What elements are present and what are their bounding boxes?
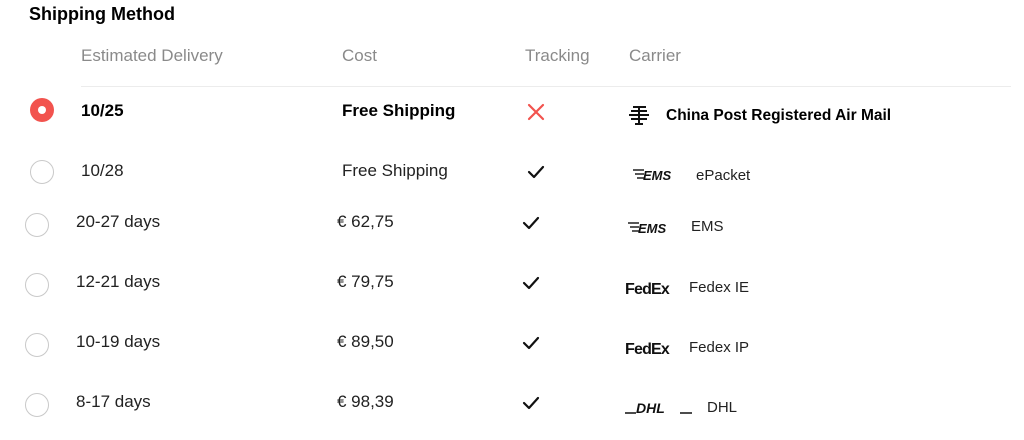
section-title: Shipping Method [29, 4, 175, 24]
fedex-logo-icon: FedEx [625, 281, 671, 297]
tracking-check-icon [522, 216, 540, 230]
fedex-logo-icon: FedEx [625, 341, 671, 357]
shipping-method-panel: Shipping Method Estimated Delivery Cost … [0, 0, 1024, 440]
carrier-name: Fedex IE [689, 279, 750, 296]
shipping-option-radio[interactable] [25, 333, 49, 357]
estimated-delivery: 10-19 days [76, 332, 161, 351]
header-tracking: Tracking [525, 46, 590, 65]
svg-text:DHL: DHL [636, 400, 665, 416]
estimated-delivery: 20-27 days [76, 212, 161, 231]
estimated-delivery: 10/28 [81, 161, 124, 180]
shipping-option-radio[interactable] [25, 213, 49, 237]
svg-text:FedEx: FedEx [625, 341, 670, 357]
tracking-check-icon [522, 396, 540, 410]
tracking-check-icon [522, 276, 540, 290]
cost: € 79,75 [337, 272, 394, 291]
tracking-check-icon [522, 336, 540, 350]
carrier-name: China Post Registered Air Mail [666, 107, 892, 124]
header-cost: Cost [342, 46, 377, 65]
shipping-option-radio-selected[interactable] [30, 98, 54, 122]
shipping-option-row[interactable]: 10/25 Free Shipping China Post Registere… [0, 92, 1024, 132]
cost: Free Shipping [342, 101, 456, 120]
estimated-delivery: 10/25 [81, 101, 124, 120]
cost: € 89,50 [337, 332, 394, 351]
cost: € 62,75 [337, 212, 394, 231]
header-carrier: Carrier [629, 46, 681, 65]
china-post-logo-icon [629, 106, 649, 125]
shipping-option-row[interactable]: 10/28 Free Shipping EMS ePacket [0, 152, 1024, 192]
cost: € 98,39 [337, 392, 394, 411]
estimated-delivery: 8-17 days [76, 392, 151, 411]
shipping-option-radio[interactable] [25, 393, 49, 417]
ems-logo-icon: EMS [628, 221, 667, 236]
svg-text:EMS: EMS [638, 221, 667, 236]
shipping-option-radio[interactable] [25, 273, 49, 297]
carrier-name: Fedex IP [689, 339, 750, 356]
carrier-name: ePacket [696, 167, 751, 184]
cost: Free Shipping [342, 161, 448, 180]
shipping-option-row[interactable]: 20-27 days € 62,75 EMS EMS [0, 202, 1024, 242]
svg-text:EMS: EMS [643, 168, 672, 183]
carrier-name: EMS [691, 218, 724, 235]
estimated-delivery: 12-21 days [76, 272, 161, 291]
ems-logo-icon: EMS [633, 168, 672, 183]
tracking-check-icon [527, 165, 545, 179]
shipping-option-row[interactable]: 12-21 days € 79,75 FedEx Fedex IE [0, 263, 1024, 303]
header-estimated-delivery: Estimated Delivery [81, 46, 223, 65]
dhl-logo-icon: DHL [625, 400, 692, 416]
carrier-name: DHL [707, 399, 738, 416]
header-divider [81, 86, 1011, 87]
shipping-option-radio[interactable] [30, 160, 54, 184]
no-tracking-x-icon [527, 103, 545, 121]
svg-text:FedEx: FedEx [625, 281, 670, 297]
shipping-option-row[interactable]: 10-19 days € 89,50 FedEx Fedex IP [0, 323, 1024, 363]
shipping-option-row[interactable]: 8-17 days € 98,39 DHL DHL [0, 383, 1024, 423]
